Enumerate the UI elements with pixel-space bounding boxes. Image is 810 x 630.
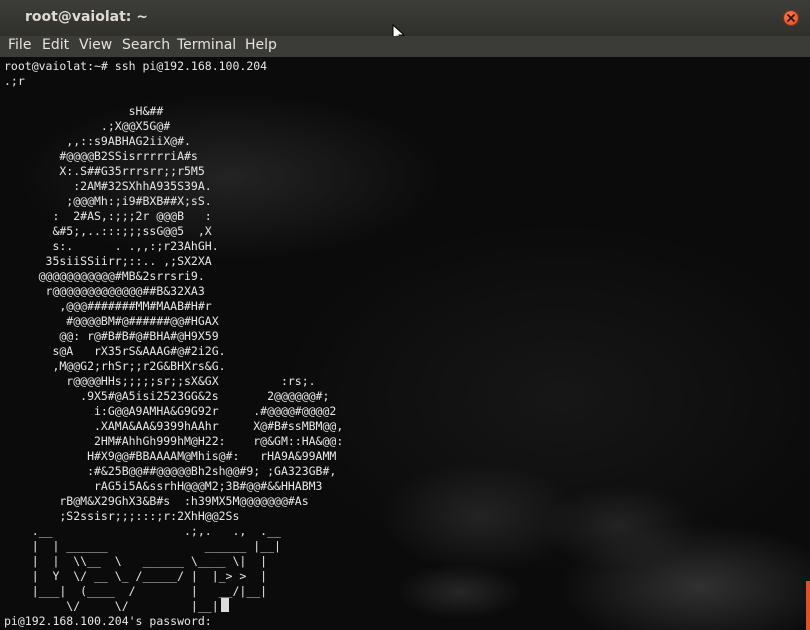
- window-edge: [806, 581, 810, 630]
- terminal-line: ,@@@#######MM#MAAB#H#r: [4, 299, 212, 313]
- terminal-line: H#X9@@#BBAAAAM@Mhis@#: rHA9A&99AMM: [4, 449, 337, 463]
- terminal-line: |___| (____ / | __/|__|: [4, 584, 268, 598]
- terminal-line: pi@192.168.100.204's password:: [4, 614, 219, 628]
- terminal-line: s@A rX35rS&AAAG#@#2i2G.: [4, 344, 226, 358]
- terminal-line: | | \\__ \ ______ \____ \| |: [4, 554, 268, 568]
- terminal-line: | Y \/ __ \_ /_____/ | |_> > |: [4, 569, 268, 583]
- menu-search[interactable]: Search: [122, 37, 170, 53]
- terminal-output: root@vaiolat:~# ssh pi@192.168.100.204 .…: [4, 59, 343, 629]
- terminal-line: r@@@@HHs;;;;;sr;;sX&GX :rs;.: [4, 374, 316, 388]
- terminal-line: r@@@@@@@@@@@@@##B&32XA3: [4, 284, 205, 298]
- close-icon: [787, 14, 795, 22]
- terminal-line: rB@M&X29GhX3&B#s :h39MX5M@@@@@@@#As: [4, 494, 309, 508]
- terminal-line: : 2#AS,:;;;2r @@@B :: [4, 209, 212, 223]
- terminal-line: ;S2ssisr;;;:::;r:2XhH@@2Ss: [4, 509, 240, 523]
- text-cursor: [221, 598, 229, 612]
- terminal-line: X:.S##G35rrrsrr;;r5M5: [4, 164, 205, 178]
- terminal-line: .9X5#@A5isi2523GG&2s 2@@@@@@#;: [4, 389, 330, 403]
- terminal-line: \/ \/ |__|: [4, 599, 219, 613]
- terminal-line: rAG5i5A&ssrhH@@@M2;3B#@@#&&HHABM3: [4, 479, 323, 493]
- menu-terminal[interactable]: Terminal: [177, 37, 236, 53]
- menu-help[interactable]: Help: [245, 37, 277, 53]
- terminal-line: 2HM#AhhGh999hM@H22: r@&GM::HA&@@:: [4, 434, 344, 448]
- title-bar: root@vaiolat: ~: [0, 0, 810, 44]
- window-title: root@vaiolat: ~: [25, 9, 148, 25]
- menu-view[interactable]: View: [79, 37, 112, 53]
- terminal-line: .;r: [4, 74, 25, 88]
- terminal-line: &#5;,..:::;;;ssG@@5 ,X: [4, 224, 212, 238]
- terminal-line: :2AM#32SXhhA935S39A.: [4, 179, 212, 193]
- terminal-line: .;X@@X5G@#: [4, 119, 171, 133]
- terminal-line: #@@@@BM#@######@@#HGAX: [4, 314, 219, 328]
- terminal-line: ,M@@G2;rhSr;;r2G&BHXrs&G.: [4, 359, 226, 373]
- terminal-line: .__ .;,. ., .__: [4, 524, 281, 538]
- terminal-line: #@@@@B2SSisrrrrriA#s: [4, 149, 198, 163]
- terminal-line: i:G@@A9AMHA&G9G92r .#@@@@#@@@@2: [4, 404, 337, 418]
- terminal-line: s:. . .,,:;r23AhGH.: [4, 239, 219, 253]
- terminal-line: ,,::s9ABHAG2iiX@#.: [4, 134, 191, 148]
- terminal-line: ;@@@Mh:;i9#BXB##X;sS.: [4, 194, 212, 208]
- menu-file[interactable]: File: [8, 37, 31, 53]
- close-button[interactable]: [783, 10, 799, 26]
- terminal-line: :#&25B@@##@@@@@Bh2sh@@#9; ;GA323GB#,: [4, 464, 337, 478]
- terminal-line: .XAMA&AA&9399hAAhr X@#B#ssMBM@@,: [4, 419, 344, 433]
- terminal-line: 35siiSSiirr;::.. ,;SX2XA: [4, 254, 212, 268]
- menu-bar: File Edit View Search Terminal Help: [0, 36, 810, 57]
- terminal-line: @@@@@@@@@@@#MB&2srrsri9.: [4, 269, 205, 283]
- terminal-line: | | ______ ______ |__|: [4, 539, 281, 553]
- terminal-line: sH&##: [4, 104, 164, 118]
- terminal-area[interactable]: root@vaiolat:~# ssh pi@192.168.100.204 .…: [0, 57, 810, 630]
- terminal-line: root@vaiolat:~# ssh pi@192.168.100.204: [4, 59, 268, 73]
- terminal-line: @@: r@#B#B#@#BHA#@H9X59: [4, 329, 219, 343]
- menu-edit[interactable]: Edit: [42, 37, 69, 53]
